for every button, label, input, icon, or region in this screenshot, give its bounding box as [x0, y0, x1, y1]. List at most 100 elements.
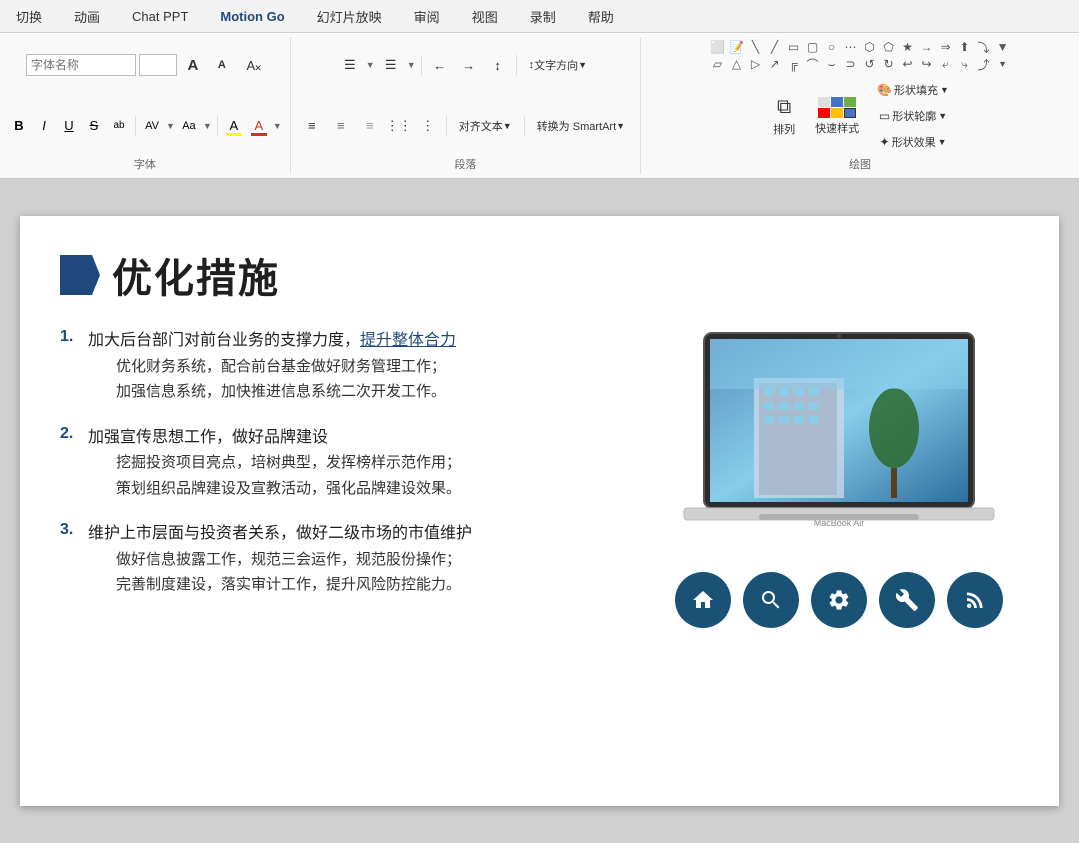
- convert-smartart-btn[interactable]: 转换为 SmartArt ▼: [530, 115, 632, 137]
- home-icon: [691, 588, 715, 612]
- shape-arrow-right2[interactable]: ⇒: [937, 39, 955, 55]
- char-spacing-btn[interactable]: AV: [141, 115, 163, 137]
- para-group: ☰ ▼ ☰ ▼ ← → ↕ ↕ 文字方向 ▼ ≡ ≡ ≡ ⋮⋮ ⋮: [291, 37, 641, 174]
- menu-item-chatppt[interactable]: Chat PPT: [124, 5, 196, 28]
- sort-btn[interactable]: ↕: [485, 54, 511, 76]
- font-color-btn[interactable]: A: [248, 115, 270, 137]
- shape-r10[interactable]: ↻: [880, 56, 898, 72]
- bullets-btn[interactable]: ☰: [337, 54, 363, 76]
- gear-icon-btn[interactable]: [811, 572, 867, 628]
- shape-expand2[interactable]: ▼: [994, 56, 1012, 72]
- shape-pentagon[interactable]: ⬠: [880, 39, 898, 55]
- align-text-btn[interactable]: 对齐文本 ▼: [452, 115, 519, 137]
- shape-r8[interactable]: ⊃: [842, 56, 860, 72]
- list-sub-text: 加强信息系统，加快推进信息系统二次开发工作。: [116, 379, 456, 405]
- list-sub-1: 优化财务系统，配合前台基金做好财务管理工作； 加强信息系统，加快推进信息系统二次…: [116, 354, 456, 405]
- underline-btn[interactable]: U: [58, 115, 80, 137]
- arrange-btn[interactable]: ⧉ 排列: [764, 91, 804, 142]
- arrange-icon: ⧉: [777, 96, 791, 119]
- shape-r2[interactable]: △: [728, 56, 746, 72]
- laptop-container: MacBook Air: [674, 328, 1004, 548]
- shape-more[interactable]: ⋯: [842, 39, 860, 55]
- shape-r5[interactable]: ╔: [785, 56, 803, 72]
- icon-circles: [675, 572, 1003, 628]
- shape-r3[interactable]: ▷: [747, 56, 765, 72]
- shape-outline-btn[interactable]: ▭ 形状轮廓 ▼: [870, 104, 956, 128]
- rss-icon-btn[interactable]: [947, 572, 1003, 628]
- menu-bar: 切换 动画 Chat PPT Motion Go 幻灯片放映 审阅 视图 录制 …: [0, 0, 1079, 33]
- bold-btn[interactable]: B: [8, 115, 30, 137]
- align-right-btn[interactable]: ≡: [357, 115, 383, 137]
- title-shape: [60, 255, 100, 295]
- slide-title: 优化措施: [112, 246, 280, 304]
- shape-effects-btn[interactable]: ✦ 形状效果 ▼: [870, 130, 956, 154]
- gear-icon: [827, 588, 851, 612]
- shape-r6[interactable]: ⌒: [804, 56, 822, 72]
- shape-star[interactable]: ★: [899, 39, 917, 55]
- menu-item-motiongo[interactable]: Motion Go: [212, 5, 292, 28]
- list-number-1: 1.: [60, 328, 80, 421]
- font-size-input[interactable]: 16: [139, 54, 177, 76]
- shape-circle[interactable]: ○: [823, 39, 841, 55]
- dec-indent-btn[interactable]: ←: [427, 54, 453, 76]
- slide-content: 1. 加大后台部门对前台业务的支撑力度，提升整体合力 优化财务系统，配合前台基金…: [60, 328, 1019, 628]
- justify-btn[interactable]: ⋮⋮: [386, 115, 412, 137]
- smallcaps-btn[interactable]: ab: [108, 115, 130, 137]
- menu-item-review[interactable]: 审阅: [406, 3, 448, 30]
- shape-arrow-right[interactable]: →: [918, 39, 936, 55]
- search-icon: [759, 588, 783, 612]
- menu-item-qiehuan[interactable]: 切换: [8, 3, 50, 30]
- font-shrink-btn[interactable]: A: [209, 54, 235, 76]
- home-icon-btn[interactable]: [675, 572, 731, 628]
- shape-textbox[interactable]: ⬜: [709, 39, 727, 55]
- menu-item-donghua[interactable]: 动画: [66, 3, 108, 30]
- shape-r1[interactable]: ▱: [709, 56, 727, 72]
- para-group-title: 段落: [454, 154, 476, 174]
- shape-r11[interactable]: ↩: [899, 56, 917, 72]
- inc-indent-btn[interactable]: →: [456, 54, 482, 76]
- search-icon-btn[interactable]: [743, 572, 799, 628]
- numbering-btn[interactable]: ☰: [378, 54, 404, 76]
- menu-item-record[interactable]: 录制: [522, 3, 564, 30]
- menu-item-help[interactable]: 帮助: [580, 3, 622, 30]
- sep6: [524, 116, 525, 136]
- shape-r14[interactable]: ⤷: [956, 56, 974, 72]
- shape-chevron[interactable]: ⬡: [861, 39, 879, 55]
- shape-arr3[interactable]: ⬆: [956, 39, 974, 55]
- shape-rect[interactable]: ▭: [785, 39, 803, 55]
- list-sub-text: 做好信息披露工作，规范三会运作，规范股份操作；: [116, 547, 472, 573]
- font-grow-btn[interactable]: A: [180, 54, 206, 76]
- font-group-title: 字体: [134, 154, 156, 174]
- shape-r9[interactable]: ↺: [861, 56, 879, 72]
- menu-item-view[interactable]: 视图: [464, 3, 506, 30]
- shape-fill-btn[interactable]: 🎨 形状填充 ▼: [870, 78, 956, 102]
- sep2: [217, 116, 218, 136]
- shape-r12[interactable]: ↪: [918, 56, 936, 72]
- shape-arr4[interactable]: ⤵: [975, 39, 993, 55]
- shape-r7[interactable]: ⌣: [823, 56, 841, 72]
- shape-textbox2[interactable]: 📝: [728, 39, 746, 55]
- shape-r15[interactable]: ⤴: [975, 56, 993, 72]
- shape-r13[interactable]: ⤶: [937, 56, 955, 72]
- slide-area: 优化措施 1. 加大后台部门对前台业务的支撑力度，提升整体合力 优化财务系统，配…: [0, 179, 1079, 843]
- strikethrough-btn[interactable]: S: [83, 115, 105, 137]
- case-btn[interactable]: Aa: [178, 115, 200, 137]
- shape-line1[interactable]: ╲: [747, 39, 765, 55]
- dist-horiz-btn[interactable]: ⋮: [415, 115, 441, 137]
- quick-styles-btn[interactable]: 快速样式: [806, 91, 868, 141]
- shape-r4[interactable]: ↗: [766, 56, 784, 72]
- slide-text-content: 1. 加大后台部门对前台业务的支撑力度，提升整体合力 优化财务系统，配合前台基金…: [60, 328, 629, 628]
- tools-icon-btn[interactable]: [879, 572, 935, 628]
- menu-item-slideshow[interactable]: 幻灯片放映: [309, 3, 390, 30]
- shape-expand[interactable]: ▼: [994, 39, 1012, 55]
- text-direction-btn[interactable]: ↕ 文字方向 ▼: [522, 54, 594, 76]
- font-name-input[interactable]: [26, 54, 136, 76]
- shape-rounded-rect[interactable]: ▢: [804, 39, 822, 55]
- clear-format-btn[interactable]: A ✕: [238, 54, 264, 76]
- italic-btn[interactable]: I: [33, 115, 55, 137]
- align-center-btn[interactable]: ≡: [328, 115, 354, 137]
- align-left-btn[interactable]: ≡: [299, 115, 325, 137]
- highlight-btn[interactable]: A: [223, 115, 245, 137]
- shape-line2[interactable]: ╱: [766, 39, 784, 55]
- list-sub-3: 做好信息披露工作，规范三会运作，规范股份操作； 完善制度建设，落实审计工作，提升…: [116, 547, 472, 598]
